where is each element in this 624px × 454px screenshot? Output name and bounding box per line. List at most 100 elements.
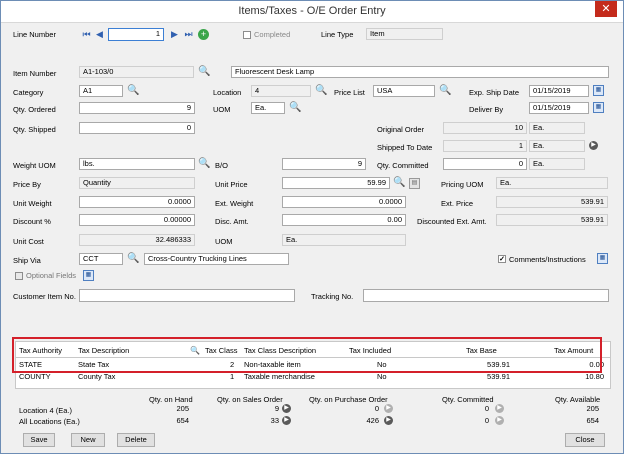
ship-via-finder-icon[interactable]: 🔍 xyxy=(127,254,139,264)
comments-icon[interactable]: ▦ xyxy=(597,253,608,264)
location-finder-icon[interactable]: 🔍 xyxy=(315,86,327,96)
location-qty-committed: 0 xyxy=(484,404,489,413)
location-qty-on-purchase-order: 0 xyxy=(374,404,379,413)
drilldown-arrow-icon[interactable]: ▶ xyxy=(495,416,504,425)
tax-amount-cell: 10.80 xyxy=(585,372,604,381)
item-description-field[interactable]: Fluorescent Desk Lamp xyxy=(231,66,609,78)
order-entry-window: Items/Taxes - O/E Order Entry ✕ Line Num… xyxy=(0,0,624,454)
location-field[interactable]: 4 xyxy=(251,85,311,97)
line-number-input[interactable]: 1 xyxy=(108,28,164,41)
item-number-field[interactable]: A1-103/0 xyxy=(79,66,194,78)
ship-via-field[interactable]: CCT xyxy=(79,253,123,265)
close-window-button[interactable]: ✕ xyxy=(595,1,617,17)
ext-price-field: 539.91 xyxy=(496,196,608,208)
tracking-label: Tracking No. xyxy=(311,292,354,301)
customer-item-field[interactable] xyxy=(79,289,295,302)
original-order-label: Original Order xyxy=(377,125,425,134)
all-qty-on-hand: 654 xyxy=(176,416,189,425)
category-finder-icon[interactable]: 🔍 xyxy=(127,86,139,96)
qty-ordered-field[interactable]: 9 xyxy=(79,102,195,114)
bo-label: B/O xyxy=(215,161,228,170)
uom-finder-icon[interactable]: 🔍 xyxy=(289,103,301,113)
qty-committed-uom: Ea. xyxy=(529,158,585,170)
disc-amt-label: Disc. Amt. xyxy=(215,217,249,226)
disc-amt-field[interactable]: 0.00 xyxy=(282,214,406,226)
ext-price-label: Ext. Price xyxy=(441,199,474,208)
unit-price-label: Unit Price xyxy=(215,180,248,189)
drilldown-arrow-icon[interactable]: ▶ xyxy=(589,141,598,150)
completed-checkbox[interactable] xyxy=(243,31,251,39)
price-list-label: Price List xyxy=(334,88,365,97)
qty-ordered-label: Qty. Ordered xyxy=(13,105,56,114)
ship-via-description[interactable]: Cross-Country Trucking Lines xyxy=(144,253,289,265)
unit-price-field[interactable]: 59.99 xyxy=(282,177,390,189)
unit-weight-field[interactable]: 0.0000 xyxy=(79,196,195,208)
pricing-uom-label: Pricing UOM xyxy=(441,180,484,189)
optional-fields-icon[interactable]: ▦ xyxy=(83,270,94,281)
bo-field[interactable]: 9 xyxy=(282,158,366,170)
price-list-field[interactable]: USA xyxy=(373,85,435,97)
calendar-icon[interactable]: ▦ xyxy=(593,85,604,96)
new-button[interactable]: New xyxy=(71,433,105,447)
comments-checkbox[interactable]: ✓ xyxy=(498,255,506,263)
location-summary-label: Location 4 (Ea.) xyxy=(19,406,72,415)
price-list-finder-icon[interactable]: 🔍 xyxy=(439,86,451,96)
price-by-label: Price By xyxy=(13,180,41,189)
original-order-uom: Ea. xyxy=(529,122,585,134)
optional-fields-label: Optional Fields xyxy=(26,271,77,280)
close-button[interactable]: Close xyxy=(565,433,605,447)
save-button[interactable]: Save xyxy=(23,433,55,447)
location-label: Location xyxy=(213,88,242,97)
unit-cost-label: Unit Cost xyxy=(13,237,44,246)
location-qty-available: 205 xyxy=(586,404,599,413)
customer-item-label: Customer Item No. xyxy=(13,292,76,301)
delete-button[interactable]: Delete xyxy=(117,433,155,447)
line-type-label: Line Type xyxy=(321,30,354,39)
weight-uom-finder-icon[interactable]: 🔍 xyxy=(198,159,210,169)
qty-committed-field[interactable]: 0 xyxy=(443,158,527,170)
drilldown-arrow-icon[interactable]: ▶ xyxy=(282,404,291,413)
discount-field[interactable]: 0.00000 xyxy=(79,214,195,226)
drilldown-arrow-icon[interactable]: ▶ xyxy=(384,404,393,413)
discount-label: Discount % xyxy=(13,217,51,226)
exp-ship-date-field[interactable]: 01/15/2019 xyxy=(529,85,589,97)
all-locations-label: All Locations (Ea.) xyxy=(19,417,80,426)
line-type-field: Item xyxy=(366,28,443,40)
tracking-field[interactable] xyxy=(363,289,609,302)
unit-price-finder-icon[interactable]: 🔍 xyxy=(393,178,405,188)
qty-committed-label: Qty. Committed xyxy=(377,161,429,170)
optional-fields-checkbox[interactable] xyxy=(15,272,23,280)
price-calculator-icon[interactable]: ▤ xyxy=(409,178,420,189)
weight-uom-field[interactable]: lbs. xyxy=(79,158,195,170)
ext-weight-field[interactable]: 0.0000 xyxy=(282,196,406,208)
tax-authority-cell: COUNTY xyxy=(19,372,51,381)
title-bar: Items/Taxes - O/E Order Entry ✕ xyxy=(1,1,623,23)
item-finder-icon[interactable]: 🔍 xyxy=(198,67,210,77)
ship-via-label: Ship Via xyxy=(13,256,41,265)
shipped-to-date-uom: Ea. xyxy=(529,140,585,152)
uom-field[interactable]: Ea. xyxy=(251,102,285,114)
deliver-by-field[interactable]: 01/15/2019 xyxy=(529,102,589,114)
previous-record-icon[interactable]: ◀ xyxy=(94,29,105,40)
drilldown-arrow-icon[interactable]: ▶ xyxy=(495,404,504,413)
next-record-icon[interactable]: ▶ xyxy=(169,29,180,40)
tax-class-description-cell: Taxable merchandise xyxy=(244,372,315,381)
category-field[interactable]: A1 xyxy=(79,85,123,97)
unit-cost-field: 32.486333 xyxy=(79,234,195,246)
first-record-icon[interactable]: ⏮ xyxy=(81,29,92,40)
calendar-icon[interactable]: ▦ xyxy=(593,102,604,113)
tax-class-cell: 1 xyxy=(230,372,235,381)
qty-shipped-field[interactable]: 0 xyxy=(79,122,195,134)
exp-ship-date-label: Exp. Ship Date xyxy=(469,88,520,97)
drilldown-arrow-icon[interactable]: ▶ xyxy=(384,416,393,425)
tax-base-cell: 539.91 xyxy=(487,372,510,381)
category-label: Category xyxy=(13,88,44,97)
original-order-field: 10 xyxy=(443,122,527,134)
completed-label: Completed xyxy=(254,30,291,39)
uom-label: UOM xyxy=(213,105,231,114)
drilldown-arrow-icon[interactable]: ▶ xyxy=(282,416,291,425)
last-record-icon[interactable]: ⏭ xyxy=(183,29,194,40)
discounted-ext-amt-label: Discounted Ext. Amt. xyxy=(417,217,487,226)
add-line-icon[interactable]: + xyxy=(198,29,209,40)
uom2-field: Ea. xyxy=(282,234,406,246)
